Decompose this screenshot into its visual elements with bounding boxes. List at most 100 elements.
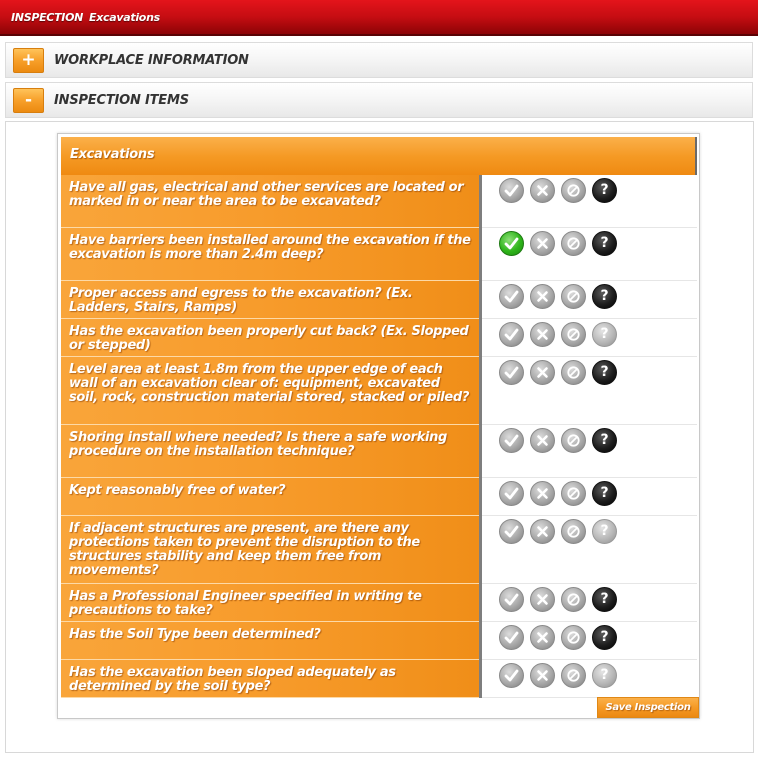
question-cell: Have all gas, electrical and other servi… — [61, 175, 479, 228]
breadcrumb-section[interactable]: INSPECTION — [11, 11, 83, 24]
question-text: Kept reasonably free of water? — [69, 483, 286, 498]
answer-options: ? — [482, 478, 697, 516]
question-cell: Proper access and egress to the excavati… — [61, 281, 479, 319]
expand-button[interactable]: + — [13, 48, 44, 73]
inspection-item-row: Have all gas, electrical and other servi… — [61, 175, 697, 228]
answer-options: ? — [482, 516, 697, 584]
answer-options: ? — [482, 228, 697, 281]
check-icon[interactable] — [499, 428, 524, 453]
question-cell: Have barriers been installed around the … — [61, 228, 479, 281]
not-applicable-icon[interactable] — [561, 284, 586, 309]
not-applicable-icon[interactable] — [561, 625, 586, 650]
inspection-item-row: Level area at least 1.8m from the upper … — [61, 357, 697, 425]
help-icon[interactable]: ? — [592, 663, 617, 688]
answer-options: ? — [482, 175, 697, 228]
inspection-item-row: Kept reasonably free of water?? — [61, 478, 697, 516]
save-inspection-button[interactable]: Save Inspection — [597, 697, 699, 718]
breadcrumb-page: Excavations — [89, 11, 160, 24]
inspection-item-row: If adjacent structures are present, are … — [61, 516, 697, 584]
not-applicable-icon[interactable] — [561, 360, 586, 385]
check-icon[interactable] — [499, 322, 524, 347]
not-applicable-icon[interactable] — [561, 587, 586, 612]
check-icon[interactable] — [499, 587, 524, 612]
question-text: Has the excavation been sloped adequatel… — [69, 665, 396, 694]
not-applicable-icon[interactable] — [561, 663, 586, 688]
inspection-items-list: Have all gas, electrical and other servi… — [61, 175, 697, 698]
x-icon[interactable] — [530, 360, 555, 385]
question-text: If adjacent structures are present, are … — [69, 521, 420, 578]
not-applicable-icon[interactable] — [561, 519, 586, 544]
x-icon[interactable] — [530, 481, 555, 506]
x-icon[interactable] — [530, 663, 555, 688]
check-icon[interactable] — [499, 284, 524, 309]
inspection-item-row: Has a Professional Engineer specified in… — [61, 584, 697, 622]
x-icon[interactable] — [530, 587, 555, 612]
inspection-item-row: Shoring install where needed? Is there a… — [61, 425, 697, 478]
help-icon[interactable]: ? — [592, 360, 617, 385]
answer-options: ? — [482, 584, 697, 622]
check-icon[interactable] — [499, 519, 524, 544]
question-text: Have all gas, electrical and other servi… — [69, 180, 464, 209]
section-title[interactable]: WORKPLACE INFORMATION — [54, 53, 249, 68]
x-icon[interactable] — [530, 178, 555, 203]
question-cell: Has the Soil Type been determined? — [61, 622, 479, 660]
help-icon[interactable]: ? — [592, 231, 617, 256]
breadcrumb: INSPECTION Excavations — [11, 11, 160, 24]
section-inspection-items[interactable]: - INSPECTION ITEMS — [5, 82, 753, 118]
help-icon[interactable]: ? — [592, 625, 617, 650]
collapse-button[interactable]: - — [13, 88, 44, 113]
answer-options: ? — [482, 281, 697, 319]
check-icon[interactable] — [499, 360, 524, 385]
check-icon[interactable] — [499, 625, 524, 650]
help-icon[interactable]: ? — [592, 587, 617, 612]
answer-options: ? — [482, 660, 697, 698]
section-workplace-information[interactable]: + WORKPLACE INFORMATION — [5, 42, 753, 78]
help-icon[interactable]: ? — [592, 322, 617, 347]
inspection-item-row: Proper access and egress to the excavati… — [61, 281, 697, 319]
inspection-item-row: Has the excavation been properly cut bac… — [61, 319, 697, 357]
question-cell: Shoring install where needed? Is there a… — [61, 425, 479, 478]
not-applicable-icon[interactable] — [561, 322, 586, 347]
question-cell: Has the excavation been properly cut bac… — [61, 319, 479, 357]
question-text: Shoring install where needed? Is there a… — [69, 430, 448, 459]
inspection-card: Excavations Have all gas, electrical and… — [57, 133, 700, 719]
question-cell: Has a Professional Engineer specified in… — [61, 584, 479, 622]
not-applicable-icon[interactable] — [561, 231, 586, 256]
check-icon[interactable] — [499, 231, 524, 256]
help-icon[interactable]: ? — [592, 428, 617, 453]
help-icon[interactable]: ? — [592, 284, 617, 309]
not-applicable-icon[interactable] — [561, 178, 586, 203]
section-title[interactable]: INSPECTION ITEMS — [54, 93, 189, 108]
check-icon[interactable] — [499, 178, 524, 203]
x-icon[interactable] — [530, 322, 555, 347]
question-text: Has the Soil Type been determined? — [69, 627, 321, 642]
question-cell: Has the excavation been sloped adequatel… — [61, 660, 479, 698]
question-text: Has a Professional Engineer specified in… — [69, 589, 422, 618]
question-text: Have barriers been installed around the … — [69, 233, 471, 262]
x-icon[interactable] — [530, 428, 555, 453]
help-icon[interactable]: ? — [592, 481, 617, 506]
question-text: Proper access and egress to the excavati… — [69, 286, 413, 315]
check-icon[interactable] — [499, 481, 524, 506]
question-cell: Level area at least 1.8m from the upper … — [61, 357, 479, 425]
help-icon[interactable]: ? — [592, 519, 617, 544]
x-icon[interactable] — [530, 519, 555, 544]
help-icon[interactable]: ? — [592, 178, 617, 203]
answer-options: ? — [482, 357, 697, 425]
question-cell: If adjacent structures are present, are … — [61, 516, 479, 584]
not-applicable-icon[interactable] — [561, 428, 586, 453]
question-text: Has the excavation been properly cut bac… — [69, 324, 469, 353]
inspection-item-row: Has the excavation been sloped adequatel… — [61, 660, 697, 698]
answer-options: ? — [482, 622, 697, 660]
not-applicable-icon[interactable] — [561, 481, 586, 506]
question-text: Level area at least 1.8m from the upper … — [69, 362, 470, 405]
x-icon[interactable] — [530, 625, 555, 650]
x-icon[interactable] — [530, 284, 555, 309]
inspection-item-row: Has the Soil Type been determined?? — [61, 622, 697, 660]
card-title: Excavations — [70, 147, 155, 162]
answer-options: ? — [482, 425, 697, 478]
x-icon[interactable] — [530, 231, 555, 256]
top-header-bar: INSPECTION Excavations — [0, 0, 758, 36]
question-cell: Kept reasonably free of water? — [61, 478, 479, 516]
check-icon[interactable] — [499, 663, 524, 688]
